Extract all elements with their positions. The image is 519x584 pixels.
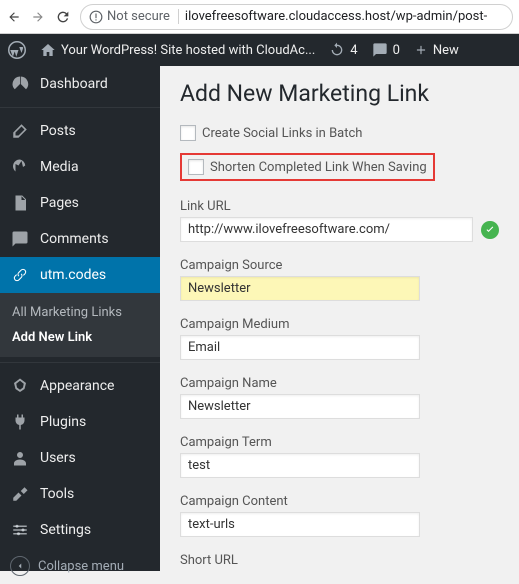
- sidebar-item-label: utm.codes: [40, 267, 106, 283]
- site-name: Your WordPress! Site hosted with CloudAc…: [61, 43, 315, 58]
- checkbox-shorten-label: Shorten Completed Link When Saving: [210, 160, 427, 175]
- sidebar-item-label: Dashboard: [40, 76, 108, 92]
- sidebar-item-label: Comments: [40, 231, 109, 247]
- sidebar-item-posts[interactable]: Posts: [0, 113, 160, 149]
- not-secure-label: Not secure: [107, 9, 170, 24]
- wp-admin-bar: Your WordPress! Site hosted with CloudAc…: [0, 34, 519, 66]
- back-arrow-icon[interactable]: [6, 9, 22, 25]
- checkbox-batch[interactable]: [180, 125, 196, 141]
- term-label: Campaign Term: [180, 435, 499, 450]
- sidebar-item-users[interactable]: Users: [0, 440, 160, 476]
- sidebar-item-label: Pages: [40, 195, 79, 211]
- submenu-all-links[interactable]: All Marketing Links: [0, 300, 160, 325]
- term-input[interactable]: test: [180, 453, 420, 478]
- collapse-menu[interactable]: Collapse menu: [0, 548, 160, 584]
- site-home-link[interactable]: Your WordPress! Site hosted with CloudAc…: [40, 42, 315, 58]
- comments-link[interactable]: 0: [372, 42, 400, 58]
- collapse-icon: [10, 556, 30, 576]
- field-campaign-term: Campaign Term test: [180, 435, 499, 478]
- address-bar[interactable]: Not secure ilovefreesoftware.cloudaccess…: [80, 4, 513, 30]
- sidebar-item-label: Settings: [40, 522, 91, 538]
- name-label: Campaign Name: [180, 376, 499, 391]
- field-link-url: Link URL http://www.ilovefreesoftware.co…: [180, 199, 499, 242]
- sidebar-item-label: Tools: [40, 486, 74, 502]
- sidebar-item-media[interactable]: Media: [0, 149, 160, 185]
- sidebar-item-label: Plugins: [40, 414, 86, 430]
- field-campaign-source: Campaign Source Newsletter: [180, 258, 499, 301]
- medium-label: Campaign Medium: [180, 317, 499, 332]
- wp-logo-icon[interactable]: [8, 41, 26, 59]
- reload-icon[interactable]: [54, 8, 72, 26]
- sidebar-item-label: Media: [40, 159, 79, 175]
- field-campaign-medium: Campaign Medium Email: [180, 317, 499, 360]
- new-content-link[interactable]: New: [414, 43, 459, 58]
- sidebar-item-comments[interactable]: Comments: [0, 221, 160, 257]
- collapse-label: Collapse menu: [38, 559, 124, 574]
- submenu-add-new[interactable]: Add New Link: [0, 325, 160, 350]
- content-input[interactable]: text-urls: [180, 512, 420, 537]
- comments-icon: [10, 229, 30, 249]
- new-label: New: [433, 43, 459, 58]
- media-icon: [10, 157, 30, 177]
- forward-arrow-icon[interactable]: [30, 9, 46, 25]
- field-campaign-content: Campaign Content text-urls: [180, 494, 499, 537]
- checkbox-batch-row[interactable]: Create Social Links in Batch: [180, 125, 499, 141]
- posts-icon: [10, 121, 30, 141]
- updates-count: 4: [350, 43, 357, 58]
- sidebar-item-settings[interactable]: Settings: [0, 512, 160, 548]
- utmcodes-icon: [10, 265, 30, 285]
- short-label: Short URL: [180, 553, 499, 568]
- link-url-input[interactable]: http://www.ilovefreesoftware.com/: [180, 217, 473, 242]
- not-secure-indicator: Not secure: [89, 9, 179, 24]
- users-icon: [10, 448, 30, 468]
- content-label: Campaign Content: [180, 494, 499, 509]
- tools-icon: [10, 484, 30, 504]
- comments-count: 0: [393, 43, 400, 58]
- field-campaign-name: Campaign Name Newsletter: [180, 376, 499, 419]
- appearance-icon: [10, 376, 30, 396]
- page-title: Add New Marketing Link: [180, 80, 499, 107]
- check-ok-icon: [481, 221, 499, 239]
- sidebar-item-label: Appearance: [40, 378, 114, 394]
- updates-link[interactable]: 4: [329, 42, 357, 58]
- admin-sidebar: Dashboard Posts Media Pages Comments utm…: [0, 66, 160, 571]
- link-url-label: Link URL: [180, 199, 499, 214]
- source-label: Campaign Source: [180, 258, 499, 273]
- url-text: ilovefreesoftware.cloudaccess.host/wp-ad…: [185, 9, 487, 24]
- sidebar-item-plugins[interactable]: Plugins: [0, 404, 160, 440]
- sidebar-item-label: Users: [40, 450, 76, 466]
- sidebar-item-tools[interactable]: Tools: [0, 476, 160, 512]
- sidebar-item-label: Posts: [40, 123, 76, 139]
- source-input[interactable]: Newsletter: [180, 276, 420, 301]
- sidebar-item-appearance[interactable]: Appearance: [0, 368, 160, 404]
- field-short-url: Short URL: [180, 553, 499, 568]
- plugins-icon: [10, 412, 30, 432]
- sidebar-item-dashboard[interactable]: Dashboard: [0, 66, 160, 102]
- settings-icon: [10, 520, 30, 540]
- medium-input[interactable]: Email: [180, 335, 420, 360]
- dashboard-icon: [10, 74, 30, 94]
- main-content: Add New Marketing Link Create Social Lin…: [160, 66, 519, 571]
- checkbox-shorten-row[interactable]: Shorten Completed Link When Saving: [180, 153, 435, 181]
- sidebar-item-utmcodes[interactable]: utm.codes: [0, 257, 160, 293]
- name-input[interactable]: Newsletter: [180, 394, 420, 419]
- sidebar-submenu: All Marketing Links Add New Link: [0, 293, 160, 357]
- checkbox-shorten[interactable]: [188, 159, 204, 175]
- sidebar-item-pages[interactable]: Pages: [0, 185, 160, 221]
- pages-icon: [10, 193, 30, 213]
- checkbox-batch-label: Create Social Links in Batch: [202, 126, 362, 141]
- browser-toolbar: Not secure ilovefreesoftware.cloudaccess…: [0, 0, 519, 34]
